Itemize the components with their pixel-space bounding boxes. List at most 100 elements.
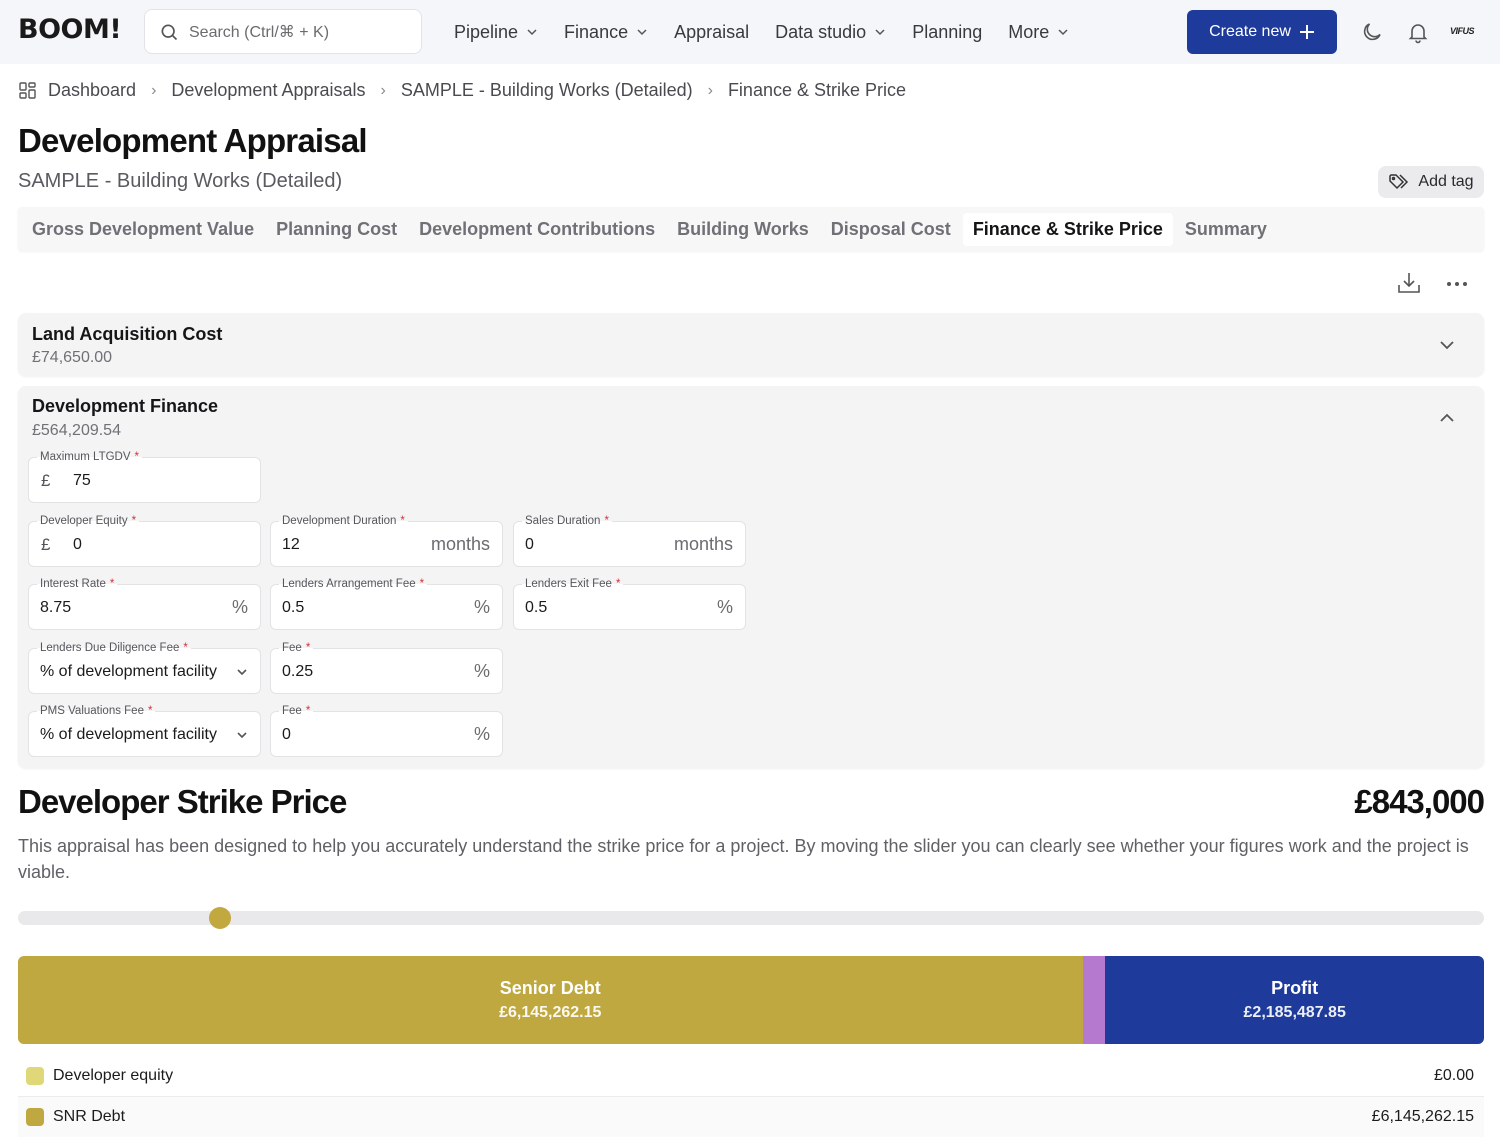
chevron-right-icon: › (707, 81, 713, 99)
dashboard-grid-icon (19, 81, 36, 99)
download-icon[interactable] (1396, 270, 1422, 296)
nav-item-pipeline[interactable]: Pipeline (454, 22, 538, 43)
nav-item-appraisal[interactable]: Appraisal (674, 22, 749, 43)
field-value: 12 (282, 536, 300, 553)
more-options-icon[interactable] (1445, 272, 1469, 296)
nav-item-finance[interactable]: Finance (564, 22, 648, 43)
slider-thumb[interactable] (209, 907, 232, 929)
user-org-avatar[interactable]: VIFUS (1450, 26, 1475, 36)
due-diligence-fee-field[interactable]: Fee * 0.25 % (270, 642, 503, 694)
maximum-ltgdv-field[interactable]: Maximum LTGDV * £ 75 (28, 451, 261, 503)
section-title: Development Finance (32, 396, 219, 416)
moon-icon[interactable] (1360, 20, 1384, 44)
field-label: PMS Valuations Fee * (37, 705, 156, 717)
development-duration-field[interactable]: Development Duration * 12 months (270, 515, 503, 567)
field-label: Lenders Arrangement Fee * (279, 578, 428, 590)
chevron-down-icon (527, 29, 537, 36)
tab-planning-cost[interactable]: Planning Cost (266, 213, 407, 246)
select-value: % of development facility (40, 663, 217, 680)
legend-swatch (26, 1067, 44, 1085)
breadcrumb-sample-appraisal[interactable]: SAMPLE - Building Works (Detailed) (401, 80, 693, 101)
page-subtitle: SAMPLE - Building Works (Detailed) (18, 170, 343, 192)
nav-label: Appraisal (674, 21, 750, 42)
lenders-due-diligence-fee-select[interactable]: Lenders Due Diligence Fee * % of developm… (28, 642, 261, 694)
main-nav: Pipeline Finance Appraisal Data studio P… (454, 0, 1095, 64)
percent-suffix: % (473, 724, 490, 744)
appraisal-tabs: Gross Development Value Planning Cost De… (18, 207, 1484, 251)
create-new-label: Create new (1209, 23, 1291, 40)
chevron-down-icon (637, 29, 647, 36)
sales-duration-field[interactable]: Sales Duration * 0 months (513, 515, 746, 567)
stack-segment-profit: Profit £2,185,487.85 (1105, 956, 1484, 1044)
nav-label: More (1008, 21, 1050, 42)
tab-disposal-cost[interactable]: Disposal Cost (821, 213, 961, 246)
legend-amount: £0.00 (1433, 1067, 1474, 1084)
breadcrumb: Dashboard › Development Appraisals › SAM… (18, 80, 906, 101)
chevron-down-icon (237, 732, 247, 739)
chevron-down-icon[interactable] (1438, 336, 1456, 354)
field-label: Lenders Exit Fee * (522, 578, 624, 590)
add-tag-button[interactable]: Add tag (1378, 166, 1484, 198)
field-label: Fee * (279, 642, 314, 654)
months-suffix: months (430, 534, 490, 554)
tag-icon (1389, 174, 1409, 190)
developer-equity-field[interactable]: Developer Equity * £ 0 (28, 515, 261, 567)
legend-label: Developer equity (53, 1067, 174, 1084)
chevron-down-icon (237, 669, 247, 676)
lenders-exit-fee-field[interactable]: Lenders Exit Fee * 0.5 % (513, 578, 746, 630)
nav-item-planning[interactable]: Planning (912, 22, 982, 43)
field-value: 75 (73, 472, 91, 489)
field-value: 0 (73, 536, 82, 553)
nav-label: Finance (564, 21, 629, 42)
field-label: Interest Rate * (37, 578, 118, 590)
lenders-arrangement-fee-field[interactable]: Lenders Arrangement Fee * 0.5 % (270, 578, 503, 630)
chevron-up-icon[interactable] (1438, 409, 1456, 427)
legend-row-developer-equity: Developer equity £0.00 (18, 1056, 1484, 1096)
strike-price-title: Developer Strike Price (18, 783, 347, 820)
field-label: Lenders Due Diligence Fee * (37, 642, 191, 654)
tab-gross-development-value[interactable]: Gross Development Value (22, 213, 264, 246)
field-label: Development Duration * (279, 515, 408, 527)
search-input[interactable]: Search (Ctrl/⌘ + K) (144, 9, 422, 54)
nav-label: Data studio (775, 21, 867, 42)
segment-value: £6,145,262.15 (499, 1004, 602, 1021)
field-value: 0 (282, 726, 291, 743)
bell-icon[interactable] (1406, 20, 1430, 44)
section-amount: £74,650.00 (32, 349, 113, 366)
legend-swatch (26, 1108, 44, 1126)
nav-label: Planning (912, 21, 983, 42)
section-amount: £564,209.54 (32, 422, 121, 439)
select-value: % of development facility (40, 726, 217, 743)
stack-segment-other (1082, 956, 1106, 1044)
section-title: Land Acquisition Cost (32, 324, 223, 344)
nav-item-data-studio[interactable]: Data studio (775, 22, 886, 43)
strike-price-slider[interactable] (18, 907, 1484, 929)
pms-valuations-fee-select[interactable]: PMS Valuations Fee * % of development fac… (28, 705, 261, 757)
logo-text: BOOM (18, 14, 110, 45)
create-new-button[interactable]: Create new (1187, 10, 1337, 54)
tab-development-contributions[interactable]: Development Contributions (409, 213, 665, 246)
tab-summary[interactable]: Summary (1175, 213, 1277, 246)
strike-price-value: £843,000 (1354, 783, 1485, 820)
land-acquisition-section[interactable]: Land Acquisition Cost £74,650.00 (18, 313, 1484, 376)
segment-label: Profit (1271, 978, 1319, 998)
stack-segment-senior-debt: Senior Debt £6,145,262.15 (18, 956, 1083, 1044)
breadcrumb-development-appraisals[interactable]: Development Appraisals (171, 80, 365, 101)
field-value: 0 (525, 536, 534, 553)
chevron-right-icon: › (151, 81, 157, 99)
field-label: Developer Equity * (37, 515, 140, 527)
interest-rate-field[interactable]: Interest Rate * 8.75 % (28, 578, 261, 630)
plus-icon (1299, 25, 1314, 39)
tab-finance-strike-price[interactable]: Finance & Strike Price (962, 212, 1173, 246)
pms-fee-field[interactable]: Fee * 0 % (270, 705, 503, 757)
breadcrumb-dashboard[interactable]: Dashboard (48, 80, 136, 101)
page-title: Development Appraisal (18, 122, 368, 159)
strike-price-description: This appraisal has been designed to help… (18, 836, 1469, 882)
nav-item-more[interactable]: More (1008, 22, 1069, 43)
tab-building-works[interactable]: Building Works (667, 213, 819, 246)
search-icon (161, 24, 178, 40)
field-value: 0.5 (525, 599, 548, 616)
app-logo[interactable]: BOOM! (18, 14, 122, 45)
percent-suffix: % (716, 597, 733, 617)
chevron-right-icon: › (380, 81, 386, 99)
